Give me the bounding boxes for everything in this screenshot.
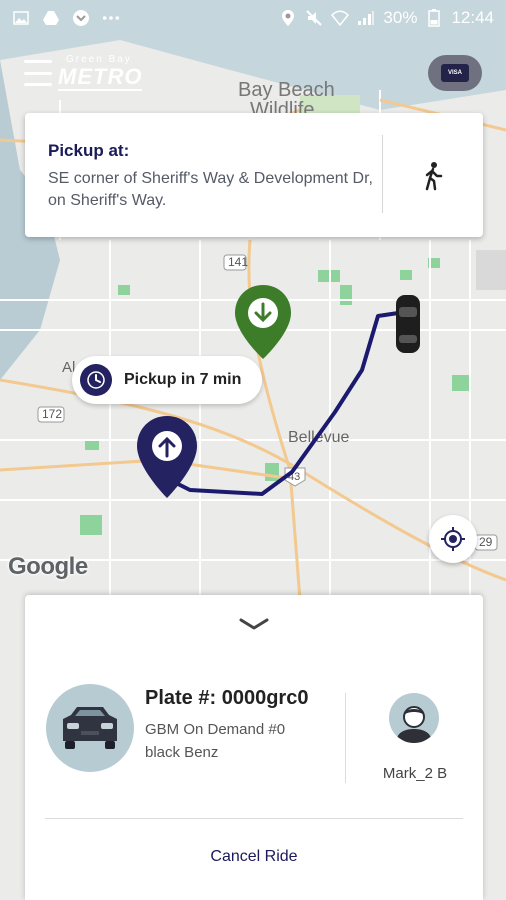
user-icon — [396, 706, 432, 743]
divider — [382, 135, 383, 213]
app-icon — [72, 9, 90, 27]
signal-icon — [357, 9, 375, 27]
pickup-pin-icon[interactable] — [134, 414, 200, 502]
route-141-label: 141 — [228, 255, 248, 269]
driver-name: Mark_2 B — [382, 765, 448, 782]
drive-icon — [42, 9, 60, 27]
driver-avatar[interactable] — [389, 693, 439, 743]
pickup-location-card[interactable]: Pickup at: SE corner of Sheriff's Way & … — [25, 113, 483, 237]
divider — [345, 693, 346, 783]
my-location-button[interactable] — [429, 515, 477, 563]
logo-title: METRO — [58, 64, 143, 91]
route-172-label: 172 — [42, 407, 62, 421]
vehicle-name: GBM On Demand #0 — [145, 721, 286, 738]
app-logo: Green Bay METRO — [58, 54, 143, 91]
car-marker-icon — [396, 295, 420, 353]
map-place-label: Bay Beach — [238, 79, 335, 101]
menu-icon[interactable] — [24, 60, 52, 86]
walking-person-icon — [425, 162, 443, 191]
pickup-address: SE corner of Sheriff's Way & Development… — [48, 170, 373, 209]
location-icon — [279, 9, 297, 27]
vehicle-description: black Benz — [145, 744, 219, 761]
vehicle-avatar — [46, 684, 134, 772]
car-icon — [63, 707, 117, 749]
battery-percent: 30% — [383, 8, 418, 27]
route-29-label: 29 — [479, 535, 493, 549]
dropoff-pin-icon[interactable] — [232, 283, 294, 363]
chevron-down-icon[interactable] — [237, 615, 271, 633]
payment-method-button[interactable]: VISA — [428, 55, 482, 91]
pickup-eta-bubble: Pickup in 7 min — [72, 356, 262, 404]
crosshair-icon — [441, 527, 465, 551]
google-attribution: Google — [8, 553, 88, 580]
wifi-icon — [331, 9, 350, 27]
more-dots-icon — [102, 9, 120, 27]
pickup-eta-text: Pickup in 7 min — [124, 371, 242, 388]
pickup-title: Pickup at: — [48, 141, 130, 160]
walking-directions-button[interactable] — [415, 158, 451, 194]
mute-icon — [305, 9, 323, 27]
clock: 12:44 — [451, 8, 494, 27]
battery-icon — [425, 9, 443, 27]
plate-number: Plate #: 0000grc0 — [145, 687, 309, 709]
credit-card-icon: VISA — [441, 64, 469, 82]
clock-icon — [80, 364, 112, 396]
status-bar: 30% 12:44 — [0, 0, 506, 36]
divider — [45, 818, 463, 819]
ride-details-panel: Plate #: 0000grc0 GBM On Demand #0 black… — [25, 595, 483, 900]
cancel-ride-button[interactable]: Cancel Ride — [25, 848, 483, 866]
image-icon — [12, 9, 30, 27]
